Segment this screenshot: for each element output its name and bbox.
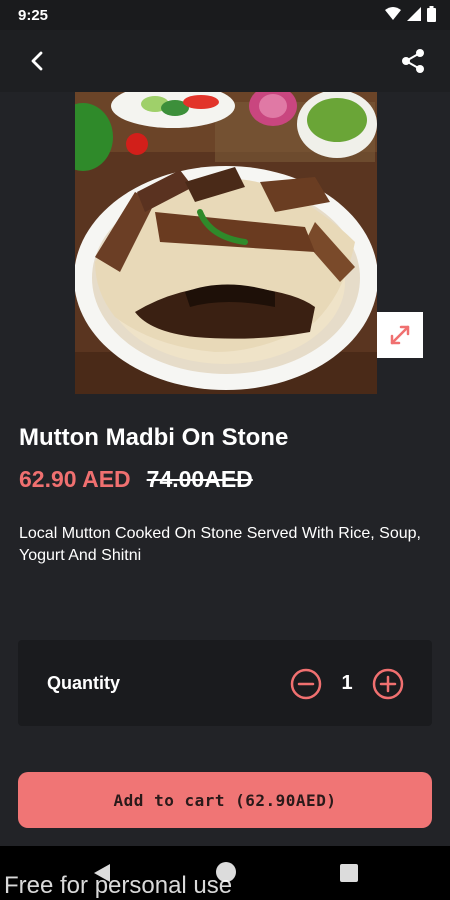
product-image: [75, 92, 377, 394]
watermark: Free for personal use: [4, 872, 233, 899]
expand-icon: [390, 325, 410, 345]
status-time: 9:25: [18, 7, 49, 24]
app-bar: [0, 30, 450, 92]
quantity-label: Quantity: [47, 673, 121, 693]
minus-circle-icon: [290, 668, 322, 700]
product-description: Local Mutton Cooked On Stone Served With…: [19, 525, 421, 564]
price-row: 62.90 AED 74.00AED: [19, 466, 253, 493]
quantity-value: 1: [341, 672, 353, 694]
quantity-card: Quantity 1: [18, 640, 432, 726]
expand-image-button[interactable]: [377, 312, 423, 358]
add-to-cart-label: Add to cart (62.90AED): [113, 790, 337, 810]
plus-circle-icon: [372, 668, 404, 700]
product-title: Mutton Madbi On Stone: [19, 424, 289, 451]
quantity-decrease-button[interactable]: [290, 668, 322, 700]
original-price: 74.00AED: [146, 466, 253, 492]
nav-recents-icon[interactable]: [340, 864, 358, 882]
wifi-icon: [385, 7, 401, 20]
share-icon: [402, 49, 424, 73]
back-button[interactable]: [20, 44, 54, 78]
share-button[interactable]: [396, 44, 430, 78]
current-price: 62.90 AED: [19, 466, 131, 492]
battery-icon: [427, 6, 436, 22]
quantity-increase-button[interactable]: [372, 668, 404, 700]
add-to-cart-button[interactable]: Add to cart (62.90AED): [18, 772, 432, 828]
back-arrow-icon: [31, 51, 43, 71]
status-bar: 9:25: [0, 0, 450, 30]
signal-icon: [407, 7, 421, 21]
status-icons: [385, 6, 436, 22]
